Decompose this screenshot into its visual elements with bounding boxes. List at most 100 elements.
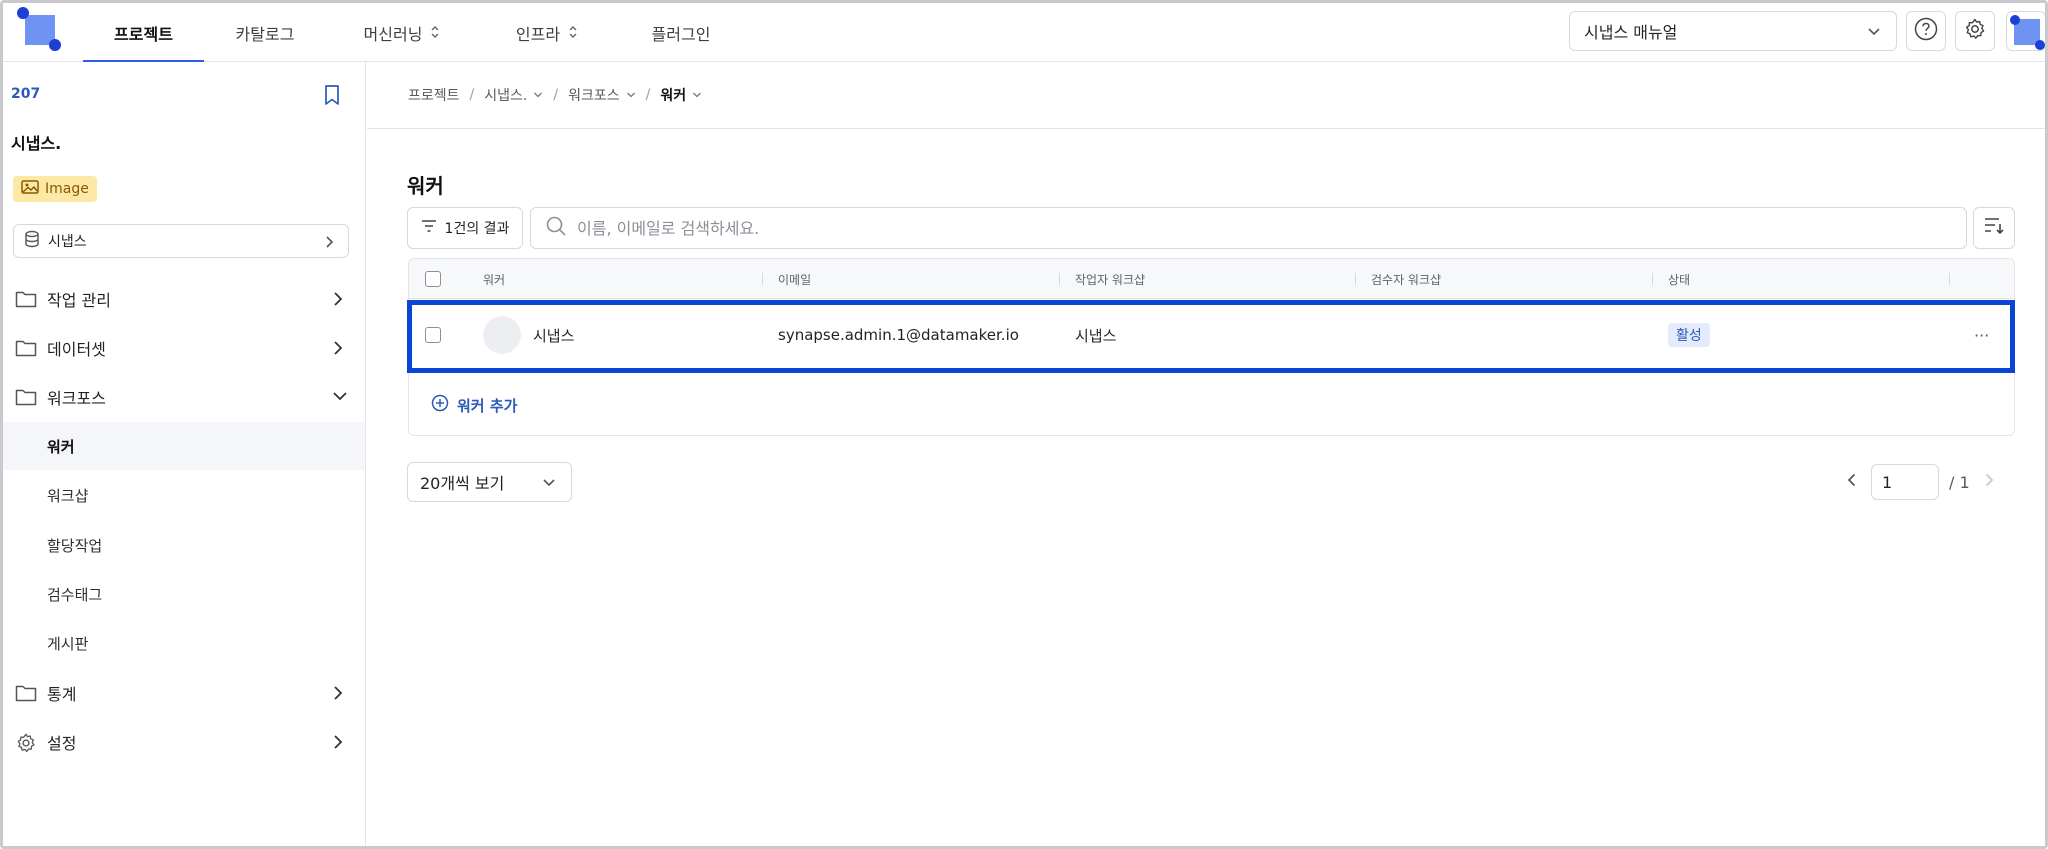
badge-label: Image	[45, 181, 89, 197]
avatar	[483, 316, 521, 354]
sidebar-item-settings[interactable]: 설정	[3, 718, 365, 766]
updown-chevron-icon	[430, 25, 440, 40]
nav-tab-catalog[interactable]: 카탈로그	[204, 3, 326, 62]
breadcrumb-item-project[interactable]: 프로젝트	[408, 85, 460, 105]
column-divider	[1355, 273, 1356, 285]
worker-workshop-cell: 시냅스	[1075, 326, 1117, 345]
help-button[interactable]	[1906, 11, 1946, 51]
chevron-down-icon	[692, 87, 702, 103]
status-badge: 활성	[1668, 323, 1710, 347]
chevron-right-icon	[331, 733, 345, 755]
select-all-cell	[425, 259, 441, 299]
result-count: 1건의 결과	[444, 221, 510, 237]
prev-page-button[interactable]	[1843, 471, 1861, 493]
sidebar-item-statistics[interactable]: 통계	[3, 669, 365, 717]
column-header-reviewer-workshop[interactable]: 검수자 워크샵	[1371, 259, 1441, 299]
breadcrumb-separator: /	[645, 87, 651, 103]
filter-button[interactable]: 1건의 결과	[407, 207, 523, 249]
dataset-select-value: 시냅스	[48, 234, 87, 250]
column-divider	[762, 273, 763, 285]
column-header-status[interactable]: 상태	[1668, 259, 1690, 299]
column-divider	[1059, 273, 1060, 285]
table-header: 워커 이메일 작업자 워크샵 검수자 워크샵 상태	[409, 259, 2014, 299]
settings-button[interactable]	[1955, 11, 1995, 51]
nav-tab-plugin[interactable]: 플러그인	[616, 3, 746, 62]
more-options-icon[interactable]: ···	[1974, 300, 1989, 370]
breadcrumb-separator: /	[553, 87, 559, 103]
column-header-worker[interactable]: 워커	[483, 259, 505, 299]
user-avatar-button[interactable]	[2006, 11, 2045, 51]
sort-icon	[1983, 216, 2005, 240]
row-select-cell	[425, 300, 441, 370]
project-id: 207	[11, 86, 41, 102]
manual-select[interactable]: 시냅스 매뉴얼	[1569, 11, 1897, 51]
breadcrumb-item-workforce[interactable]: 워크포스	[568, 85, 636, 105]
chevron-right-icon	[331, 290, 345, 312]
breadcrumb-item-project-name[interactable]: 시냅스.	[484, 85, 543, 105]
select-all-checkbox[interactable]	[425, 271, 441, 287]
email-cell: synapse.admin.1@datamaker.io	[778, 326, 1019, 344]
bookmark-icon[interactable]	[322, 84, 342, 110]
nav-tab-label: 카탈로그	[235, 24, 295, 44]
sidebar-item-dataset[interactable]: 데이터셋	[3, 324, 365, 372]
sidebar-item-assignments[interactable]: 할당작업	[3, 521, 365, 569]
chevron-down-icon	[331, 388, 349, 407]
search-box[interactable]	[530, 207, 1967, 249]
plus-circle-icon	[431, 394, 449, 416]
breadcrumb-item-workers[interactable]: 워커	[660, 85, 702, 105]
sidebar-item-board[interactable]: 게시판	[3, 619, 365, 667]
image-icon	[21, 180, 39, 198]
breadcrumb-label: 워크포스	[568, 88, 620, 104]
app-frame: 프로젝트 카탈로그 머신러닝 인프라 플러그인 시냅스 매뉴얼 207 시냅스.…	[0, 0, 2048, 849]
help-icon	[1913, 16, 1939, 46]
sort-button[interactable]	[1973, 207, 2015, 249]
database-icon	[24, 230, 40, 252]
sidebar-item-label: 설정	[47, 734, 77, 753]
worker-cell: 시냅스	[483, 300, 574, 370]
folder-icon	[15, 387, 37, 411]
page-size-select[interactable]: 20개씩 보기	[407, 462, 572, 502]
search-input[interactable]	[577, 218, 1937, 238]
page-number-input[interactable]	[1871, 464, 1939, 500]
breadcrumb-separator: /	[469, 87, 475, 103]
nav-tab-project[interactable]: 프로젝트	[83, 3, 204, 63]
sidebar-item-label: 할당작업	[47, 536, 103, 555]
sidebar-item-label: 검수태그	[47, 585, 103, 604]
manual-select-value: 시냅스 매뉴얼	[1584, 23, 1678, 42]
column-divider	[1652, 273, 1653, 285]
sidebar-item-review-tags[interactable]: 검수태그	[3, 570, 365, 618]
sidebar-item-label: 통계	[47, 685, 77, 704]
add-worker-button[interactable]: 워커 추가	[431, 394, 517, 416]
column-header-worker-workshop[interactable]: 작업자 워크샵	[1075, 259, 1145, 299]
dataset-select[interactable]: 시냅스	[13, 224, 349, 258]
sidebar-item-workers[interactable]: 워커	[3, 422, 365, 470]
worker-name: 시냅스	[533, 326, 575, 345]
table-row[interactable]: 시냅스 synapse.admin.1@datamaker.io 시냅스 활성 …	[409, 300, 2014, 370]
sidebar-item-workshop[interactable]: 워크샵	[3, 471, 365, 519]
breadcrumb-label: 프로젝트	[408, 88, 460, 104]
nav-tab-label: 프로젝트	[114, 24, 173, 44]
page-total: / 1	[1949, 472, 1970, 492]
chevron-down-icon	[1866, 23, 1882, 43]
nav-tab-infra[interactable]: 인프라	[478, 3, 616, 62]
pagination: / 1	[1843, 462, 1998, 502]
filter-icon	[421, 219, 437, 237]
row-checkbox[interactable]	[425, 327, 441, 343]
sidebar-item-workforce[interactable]: 워크포스	[3, 373, 365, 421]
nav-tab-ml[interactable]: 머신러닝	[326, 3, 478, 62]
column-header-email[interactable]: 이메일	[778, 259, 811, 299]
search-icon	[545, 215, 567, 241]
main-nav: 프로젝트 카탈로그 머신러닝 인프라 플러그인	[83, 3, 746, 63]
sidebar-item-label: 워커	[47, 437, 75, 456]
page-size-value: 20개씩 보기	[420, 474, 505, 493]
sidebar-item-label: 워크샵	[47, 486, 89, 505]
chevron-down-icon	[626, 87, 636, 103]
app-logo[interactable]	[17, 7, 61, 51]
sidebar: 207 시냅스. Image 시냅스 작업 관리 데이터셋 워크포스 워커 워크…	[3, 62, 366, 846]
status-cell: 활성	[1668, 300, 1710, 370]
sidebar-item-label: 게시판	[47, 634, 89, 653]
sidebar-item-work-management[interactable]: 작업 관리	[3, 275, 365, 323]
project-name: 시냅스.	[11, 134, 62, 153]
next-page-button[interactable]	[1980, 471, 1998, 493]
chevron-right-icon	[331, 339, 345, 361]
